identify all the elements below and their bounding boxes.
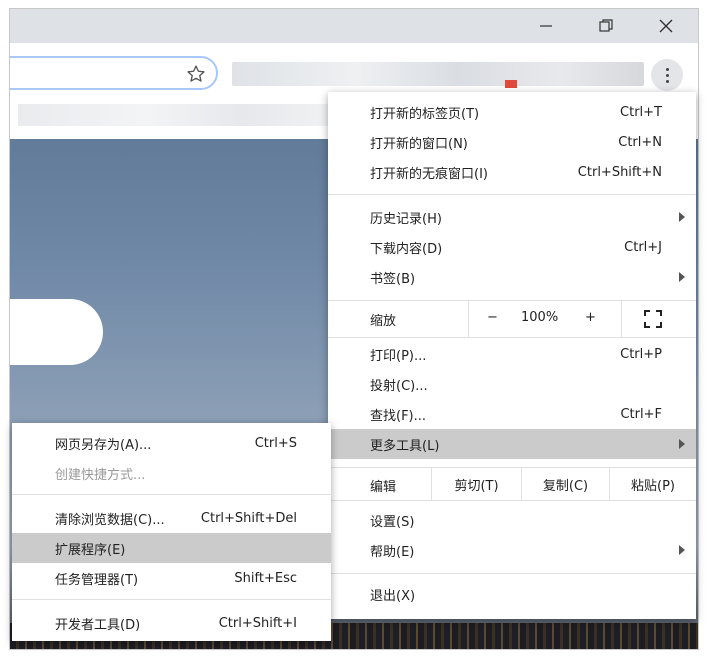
menu-item-print[interactable]: 打印(P)... Ctrl+P bbox=[328, 339, 696, 369]
submenu-item-task-manager[interactable]: 任务管理器(T) Shift+Esc bbox=[12, 563, 331, 593]
menu-separator bbox=[328, 337, 696, 338]
submenu-item-clear-data[interactable]: 清除浏览数据(C)... Ctrl+Shift+Del bbox=[12, 503, 331, 533]
menu-item-label: 创建快捷方式... bbox=[55, 467, 146, 483]
menu-item-label: 投射(C)... bbox=[370, 378, 428, 394]
menu-item-more-tools[interactable]: 更多工具(L) bbox=[328, 429, 696, 459]
menu-item-new-incognito[interactable]: 打开新的无痕窗口(I) Ctrl+Shift+N bbox=[328, 157, 696, 187]
menu-item-label: 任务管理器(T) bbox=[55, 572, 139, 588]
zoom-controls: − 100% + bbox=[468, 301, 622, 337]
menu-item-cast[interactable]: 投射(C)... bbox=[328, 369, 696, 399]
submenu-item-devtools[interactable]: 开发者工具(D) Ctrl+Shift+I bbox=[12, 608, 331, 638]
menu-item-shortcut: Ctrl+T bbox=[620, 104, 662, 120]
menu-item-label: 清除浏览数据(C)... bbox=[55, 512, 165, 528]
menu-item-new-window[interactable]: 打开新的窗口(N) Ctrl+N bbox=[328, 127, 696, 157]
extension-badge bbox=[505, 80, 517, 88]
menu-item-shortcut: Ctrl+P bbox=[620, 346, 662, 362]
cut-button[interactable]: 剪切(T) bbox=[431, 468, 521, 500]
chevron-right-icon bbox=[679, 212, 685, 222]
paste-button[interactable]: 粘贴(P) bbox=[609, 468, 696, 500]
menu-item-shortcut: Ctrl+Shift+Del bbox=[200, 510, 297, 526]
title-bar bbox=[10, 9, 698, 43]
menu-item-shortcut: Ctrl+F bbox=[620, 406, 662, 422]
more-tools-submenu: 网页另存为(A)... Ctrl+S 创建快捷方式... 清除浏览数据(C)..… bbox=[12, 423, 331, 641]
fullscreen-icon[interactable] bbox=[644, 310, 662, 328]
menu-item-label: 退出(X) bbox=[370, 588, 416, 604]
chrome-main-menu: 打开新的标签页(T) Ctrl+T 打开新的窗口(N) Ctrl+N 打开新的无… bbox=[328, 92, 696, 619]
three-dots-vertical-icon[interactable] bbox=[651, 59, 683, 91]
zoom-row: 缩放 − 100% + bbox=[328, 301, 696, 337]
menu-item-shortcut: Ctrl+S bbox=[254, 435, 297, 451]
submenu-item-save-page[interactable]: 网页另存为(A)... Ctrl+S bbox=[12, 428, 331, 458]
menu-separator bbox=[328, 573, 696, 574]
copy-button[interactable]: 复制(C) bbox=[521, 468, 609, 500]
search-pill[interactable] bbox=[10, 299, 103, 365]
menu-separator bbox=[12, 599, 331, 600]
menu-item-label: 打开新的标签页(T) bbox=[370, 106, 480, 122]
menu-item-settings[interactable]: 设置(S) bbox=[328, 505, 696, 535]
restore-icon[interactable] bbox=[584, 9, 628, 43]
menu-item-label: 设置(S) bbox=[370, 514, 415, 530]
menu-item-label: 更多工具(L) bbox=[370, 438, 440, 454]
menu-item-label: 网页另存为(A)... bbox=[55, 437, 152, 453]
menu-item-label: 帮助(E) bbox=[370, 544, 415, 560]
menu-item-downloads[interactable]: 下载内容(D) Ctrl+J bbox=[328, 232, 696, 262]
zoom-level: 100% bbox=[521, 310, 559, 325]
blurred-bookmarks bbox=[18, 104, 338, 126]
menu-separator bbox=[328, 194, 696, 195]
close-icon[interactable] bbox=[644, 9, 688, 43]
menu-item-exit[interactable]: 退出(X) bbox=[328, 579, 696, 609]
menu-item-shortcut: Ctrl+Shift+I bbox=[218, 615, 297, 631]
edit-label: 编辑 bbox=[370, 480, 397, 495]
menu-separator bbox=[328, 500, 696, 501]
edit-row: 编辑 剪切(T) 复制(C) 粘贴(P) bbox=[328, 468, 696, 500]
menu-item-label: 历史记录(H) bbox=[370, 211, 442, 227]
menu-item-find[interactable]: 查找(F)... Ctrl+F bbox=[328, 399, 696, 429]
menu-item-shortcut: Ctrl+J bbox=[624, 239, 662, 255]
menu-item-bookmarks[interactable]: 书签(B) bbox=[328, 262, 696, 292]
menu-item-label: 打印(P)... bbox=[370, 348, 427, 364]
copy-label: 复制(C) bbox=[542, 478, 589, 494]
blurred-extensions-area bbox=[232, 62, 644, 86]
menu-item-shortcut: Ctrl+Shift+N bbox=[577, 164, 662, 180]
menu-item-label: 下载内容(D) bbox=[370, 241, 443, 257]
toolbar bbox=[10, 43, 698, 91]
menu-item-label: 扩展程序(E) bbox=[55, 542, 126, 558]
menu-item-label: 开发者工具(D) bbox=[55, 617, 141, 633]
menu-item-help[interactable]: 帮助(E) bbox=[328, 535, 696, 565]
chevron-right-icon bbox=[679, 272, 685, 282]
menu-item-shortcut: Shift+Esc bbox=[234, 570, 297, 586]
address-bar[interactable] bbox=[10, 56, 218, 90]
menu-item-shortcut: Ctrl+N bbox=[618, 134, 662, 150]
chevron-right-icon bbox=[679, 545, 685, 555]
paste-label: 粘贴(P) bbox=[631, 478, 675, 494]
zoom-in-button[interactable]: + bbox=[585, 310, 596, 325]
chevron-right-icon bbox=[679, 439, 685, 449]
menu-item-label: 书签(B) bbox=[370, 271, 416, 287]
zoom-out-button[interactable]: − bbox=[487, 310, 498, 325]
menu-item-new-tab[interactable]: 打开新的标签页(T) Ctrl+T bbox=[328, 97, 696, 127]
submenu-item-extensions[interactable]: 扩展程序(E) bbox=[12, 533, 331, 563]
submenu-item-create-shortcut: 创建快捷方式... bbox=[12, 458, 331, 488]
menu-item-label: 打开新的无痕窗口(I) bbox=[370, 166, 488, 182]
menu-item-label: 查找(F)... bbox=[370, 408, 427, 424]
menu-item-history[interactable]: 历史记录(H) bbox=[328, 202, 696, 232]
menu-item-label: 打开新的窗口(N) bbox=[370, 136, 468, 152]
cut-label: 剪切(T) bbox=[454, 478, 499, 494]
minimize-icon[interactable] bbox=[524, 9, 568, 43]
menu-separator bbox=[12, 494, 331, 495]
zoom-label: 缩放 bbox=[370, 314, 397, 329]
star-icon[interactable] bbox=[186, 64, 206, 84]
